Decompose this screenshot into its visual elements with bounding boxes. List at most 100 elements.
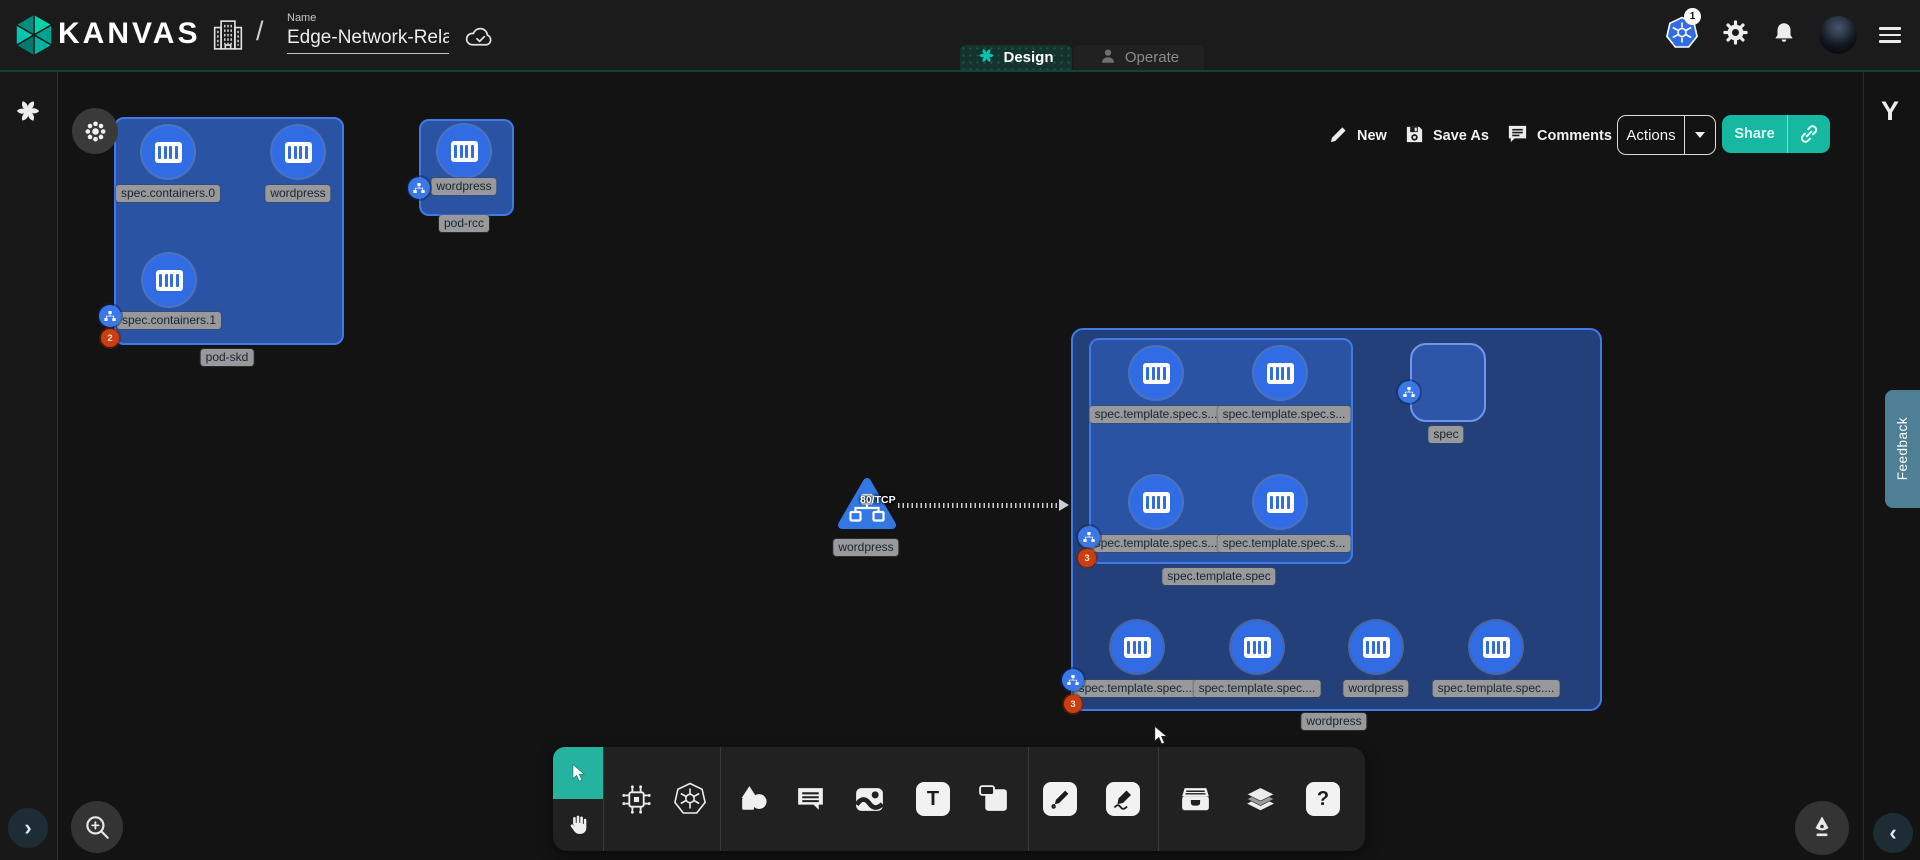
container-node-spec-containers-1[interactable] — [143, 254, 195, 306]
design-name-label: Name — [287, 12, 449, 24]
shapes-tool-button[interactable] — [725, 747, 781, 851]
ink-pen-button[interactable] — [1795, 801, 1849, 855]
tab-design[interactable]: Design — [960, 45, 1072, 70]
container-node-wordpress-rcc[interactable] — [438, 125, 490, 177]
design-name-input[interactable] — [287, 26, 449, 54]
container-node-bottom-2[interactable] — [1350, 621, 1402, 673]
menu-hamburger-icon[interactable] — [1879, 23, 1901, 47]
notifications-bell-icon[interactable] — [1771, 20, 1797, 51]
drawer-tool-button[interactable] — [1167, 747, 1223, 851]
text-tool-glyph: T — [916, 782, 950, 816]
edge-port-label: 80/TCP — [860, 494, 896, 506]
pencil-tool-button[interactable] — [1095, 747, 1151, 851]
comment-tool-button[interactable] — [782, 747, 838, 851]
group-label-pod-skd: pod-skd — [201, 349, 254, 366]
comments-label: Comments — [1537, 128, 1612, 144]
pod-rcc-component-badge[interactable] — [408, 177, 430, 199]
expand-left-panel-button[interactable]: › — [8, 808, 48, 848]
layers-tool-button[interactable] — [1232, 747, 1288, 851]
node-label: spec.template.spec.s... — [1218, 535, 1351, 552]
save-as-button[interactable]: Save As — [1404, 123, 1489, 149]
container-icon — [156, 270, 183, 291]
save-as-label: Save As — [1433, 128, 1489, 144]
container-icon — [1244, 637, 1271, 658]
select-tool-button[interactable] — [553, 747, 603, 799]
actions-button[interactable]: Actions — [1617, 115, 1716, 155]
pod-skd-alert-badge[interactable]: 2 — [101, 329, 119, 347]
text-tool-button[interactable]: T — [905, 747, 961, 851]
container-node-wordpress[interactable] — [272, 126, 324, 178]
node-label: wordpress — [265, 185, 330, 202]
container-node-bottom-0[interactable] — [1111, 621, 1163, 673]
spec-component-badge[interactable] — [1398, 381, 1420, 403]
container-icon — [1124, 637, 1151, 658]
kanvas-logo-icon[interactable] — [13, 12, 55, 63]
design-swirl-icon — [978, 47, 995, 68]
tool-dock: T — [553, 747, 1365, 851]
tab-design-label: Design — [1003, 49, 1053, 66]
template-group-component-badge[interactable] — [1078, 526, 1100, 548]
note-tool-button[interactable] — [965, 747, 1021, 851]
container-icon — [1363, 637, 1390, 658]
actions-dropdown-toggle[interactable] — [1684, 116, 1715, 154]
breadcrumb-separator: / — [256, 16, 264, 47]
container-icon — [285, 142, 312, 163]
spec-node[interactable] — [1410, 343, 1486, 422]
comments-button[interactable]: Comments — [1506, 123, 1612, 149]
cloud-saved-icon — [463, 25, 496, 55]
comment-bubble-icon — [1506, 123, 1529, 150]
organization-icon[interactable] — [212, 17, 244, 58]
feedback-tab[interactable]: Feedback — [1885, 390, 1920, 508]
component-tool-button[interactable] — [608, 747, 664, 851]
actions-label: Actions — [1618, 116, 1684, 154]
group-label-pod-rcc: pod-rcc — [439, 215, 489, 232]
node-label: spec.template.spec.s... — [1090, 535, 1223, 552]
node-label: spec.containers.1 — [117, 312, 221, 329]
node-label: wordpress — [1343, 680, 1408, 697]
copy-link-button[interactable] — [1787, 115, 1830, 153]
node-label: spec.template.spec.... — [1433, 680, 1560, 697]
container-icon — [1267, 492, 1294, 513]
collapse-right-panel-button[interactable]: ‹ — [1873, 813, 1913, 853]
node-action-flower-button[interactable] — [72, 108, 118, 154]
chevron-left-icon: ‹ — [1889, 822, 1896, 844]
user-avatar[interactable] — [1819, 16, 1857, 54]
container-node-template-3[interactable] — [1254, 476, 1306, 528]
chevron-right-icon: › — [24, 817, 31, 839]
new-button[interactable]: New — [1328, 123, 1387, 149]
container-node-spec-containers-0[interactable] — [142, 126, 194, 178]
pan-tool-button[interactable] — [553, 799, 603, 851]
tab-operate[interactable]: Operate — [1074, 45, 1204, 70]
right-panel-handle[interactable]: Y — [1881, 96, 1899, 127]
pen-tool-button[interactable] — [1032, 747, 1088, 851]
spec-label: spec — [1428, 426, 1463, 443]
image-tool-button[interactable] — [841, 747, 897, 851]
container-node-bottom-1[interactable] — [1231, 621, 1283, 673]
kanvas-app: KANVAS / Name — [0, 0, 1920, 860]
settings-gear-icon[interactable] — [1722, 19, 1749, 51]
group-spec-template-spec[interactable] — [1089, 338, 1353, 564]
container-node-bottom-3[interactable] — [1470, 621, 1522, 673]
mouse-cursor — [1150, 724, 1172, 753]
deployment-alert-badge[interactable]: 3 — [1064, 695, 1082, 713]
help-tool-button[interactable]: ? — [1295, 747, 1351, 851]
container-node-template-2[interactable] — [1130, 476, 1182, 528]
container-node-template-0[interactable] — [1130, 347, 1182, 399]
container-node-template-1[interactable] — [1254, 347, 1306, 399]
dock-divider — [720, 747, 721, 851]
kubernetes-context-icon[interactable]: 1 — [1664, 15, 1700, 56]
kubernetes-tool-button[interactable] — [662, 747, 718, 851]
template-group-alert-badge[interactable]: 3 — [1078, 549, 1096, 567]
node-label: wordpress — [431, 178, 496, 195]
service-triangle-node[interactable] — [838, 476, 896, 537]
service-label: wordpress — [833, 539, 898, 556]
floppy-save-icon — [1404, 124, 1425, 149]
pencil-tool-glyph — [1106, 782, 1140, 816]
zoom-button[interactable] — [71, 801, 123, 853]
meshery-swirl-icon — [15, 98, 41, 129]
deployment-component-badge[interactable] — [1062, 669, 1084, 691]
pod-skd-component-badge[interactable] — [99, 305, 121, 327]
dock-divider — [603, 747, 604, 851]
share-button[interactable]: Share — [1722, 115, 1830, 153]
service-edge[interactable] — [898, 503, 1060, 508]
